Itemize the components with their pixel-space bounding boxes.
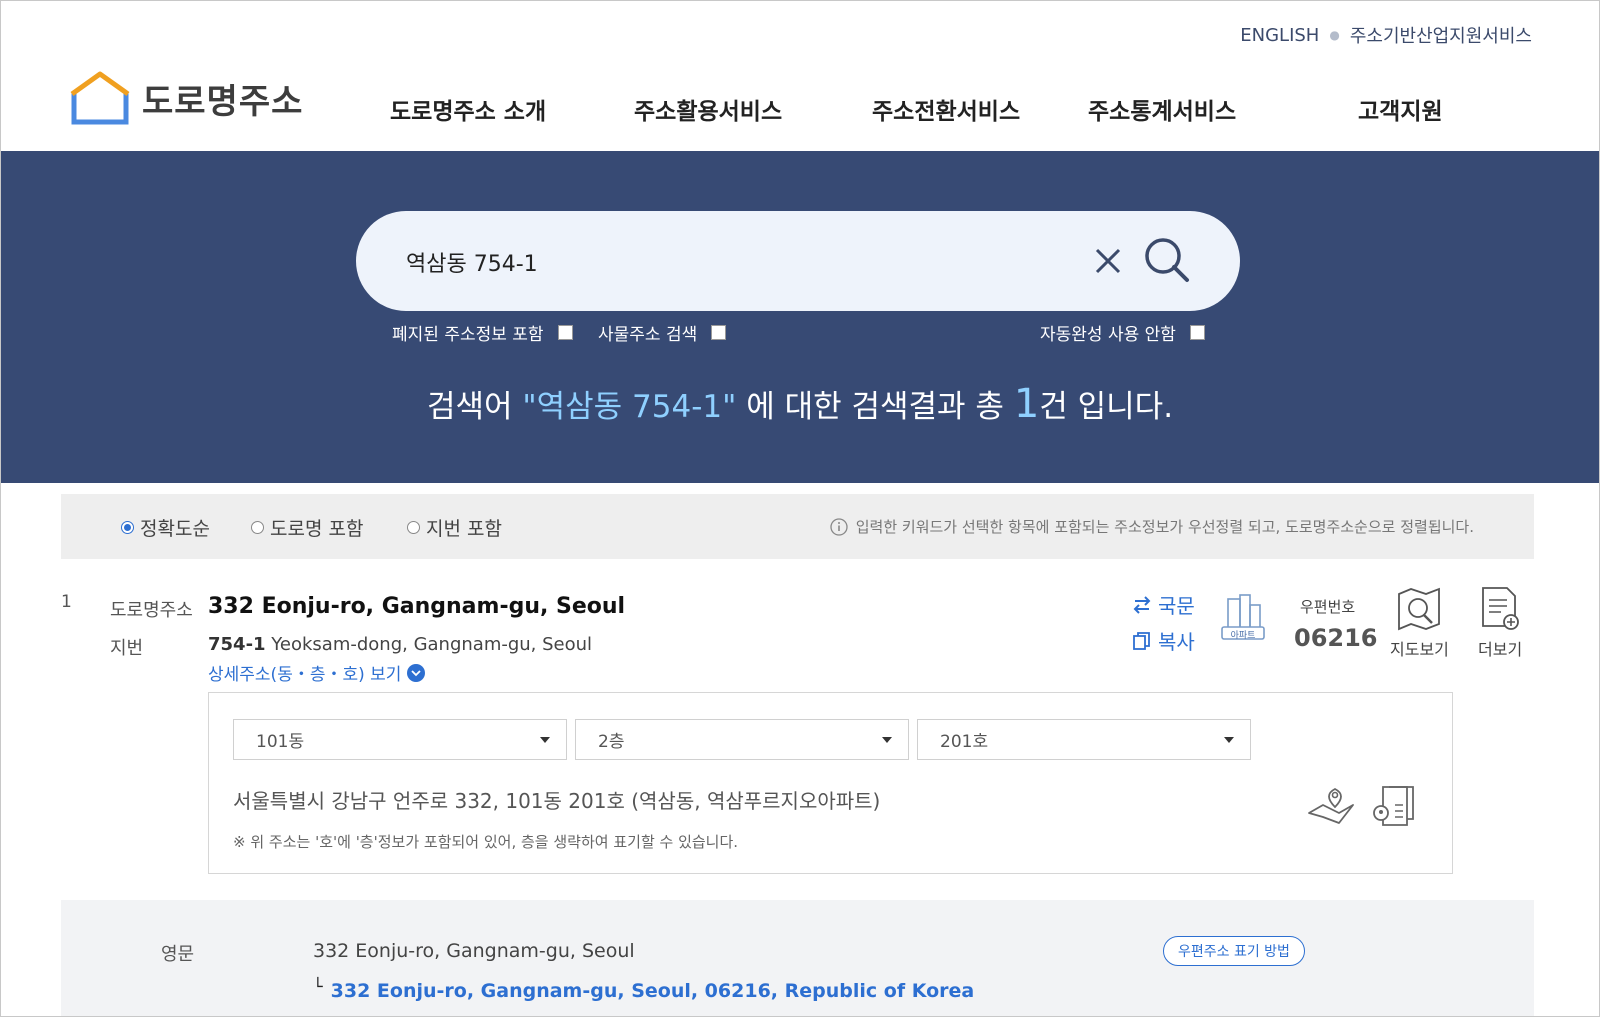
road-address-label: 도로명주소 xyxy=(110,600,193,621)
sort-road-name[interactable]: 도로명 포함 xyxy=(251,514,363,541)
option-abolished-checkbox[interactable] xyxy=(557,325,573,340)
option-abolished: 폐지된 주소정보 포함 xyxy=(392,320,573,345)
nav-item-statistics[interactable]: 주소통계서비스 xyxy=(1088,92,1236,126)
radio-unselected[interactable] xyxy=(407,521,420,534)
sort-bar: 정확도순 도로명 포함 지번 포함 입력한 키워드가 선택한 항목에 포함되는 … xyxy=(61,494,1534,559)
unit-select-value: 201호 xyxy=(940,732,989,752)
copy-button[interactable]: 복사 xyxy=(1132,626,1195,655)
english-full-address: └ 332 Eonju-ro, Gangnam-gu, Seoul, 06216… xyxy=(313,976,975,1003)
option-object-address-label: 사물주소 검색 xyxy=(598,325,698,345)
radio-selected[interactable] xyxy=(121,521,134,534)
unit-select[interactable]: 201호 xyxy=(917,719,1251,760)
english-address: 332 Eonju-ro, Gangnam-gu, Seoul xyxy=(313,940,635,962)
nav-item-usage[interactable]: 주소활용서비스 xyxy=(634,92,782,126)
document-location-icon[interactable] xyxy=(1369,783,1421,829)
detail-address-toggle[interactable]: 상세주소(동・층・호) 보기 xyxy=(208,660,426,685)
option-abolished-label: 폐지된 주소정보 포함 xyxy=(392,325,544,345)
map-view-label: 지도보기 xyxy=(1390,640,1449,659)
postal-format-button[interactable]: 우편주소 표기 방법 xyxy=(1163,936,1305,966)
korean-toggle-label: 국문 xyxy=(1158,594,1195,618)
search-input[interactable] xyxy=(404,239,1048,285)
nav-item-intro[interactable]: 도로명주소 소개 xyxy=(390,92,546,126)
copy-icon xyxy=(1133,631,1150,650)
option-no-autocomplete: 자동완성 사용 안함 xyxy=(1040,320,1205,345)
detail-note: ※ 위 주소는 '호'에 '층'정보가 포함되어 있어, 층을 생략하여 표기할… xyxy=(233,833,739,851)
chevron-down-icon xyxy=(407,663,426,682)
english-full-address-text: 332 Eonju-ro, Gangnam-gu, Seoul, 06216, … xyxy=(330,980,975,1002)
summary-query: "역삼동 754-1" xyxy=(522,389,737,425)
sort-note: 입력한 키워드가 선택한 항목에 포함되는 주소정보가 우선정렬 되고, 도로명… xyxy=(830,516,1474,537)
dong-select-value: 101동 xyxy=(256,732,305,752)
search-summary: 검색어 "역삼동 754-1" 에 대한 검색결과 총 1건 입니다. xyxy=(0,381,1600,427)
info-icon xyxy=(830,517,848,536)
utility-links: ENGLISH ● 주소기반산업지원서비스 xyxy=(1240,22,1532,48)
nav-item-support[interactable]: 고객지원 xyxy=(1358,92,1443,126)
floor-select[interactable]: 2층 xyxy=(575,719,909,760)
apartment-badge-label: 아파트 xyxy=(1230,631,1256,641)
nav-item-conversion[interactable]: 주소전환서비스 xyxy=(872,92,1020,126)
sort-jibun[interactable]: 지번 포함 xyxy=(407,514,502,541)
search-box xyxy=(356,211,1240,311)
caret-down-icon xyxy=(540,736,550,743)
sort-road-name-label: 도로명 포함 xyxy=(270,518,364,540)
copy-label: 복사 xyxy=(1158,630,1195,654)
main-nav: 도로명주소 소개 주소활용서비스 주소전환서비스 주소통계서비스 고객지원 xyxy=(0,92,1600,132)
english-link[interactable]: ENGLISH xyxy=(1240,25,1319,46)
industry-support-link[interactable]: 주소기반산업지원서비스 xyxy=(1350,22,1532,48)
radio-unselected[interactable] xyxy=(251,521,264,534)
sort-accuracy[interactable]: 정확도순 xyxy=(121,514,210,541)
caret-down-icon xyxy=(1224,736,1234,743)
search-hero: 폐지된 주소정보 포함 사물주소 검색 자동완성 사용 안함 검색어 "역삼동 … xyxy=(0,151,1600,483)
jibun-label: 지번 xyxy=(110,638,144,659)
summary-count: 1 xyxy=(1013,381,1040,427)
map-pin-icon[interactable] xyxy=(1305,783,1357,829)
document-plus-icon xyxy=(1482,587,1519,630)
summary-suffix: 건 입니다. xyxy=(1039,389,1174,425)
swap-arrows-icon xyxy=(1133,595,1151,614)
sort-note-text: 입력한 키워드가 선택한 항목에 포함되는 주소정보가 우선정렬 되고, 도로명… xyxy=(855,518,1474,536)
detail-address-panel: 101동 2층 201호 서울특별시 강남구 언주로 332, 101동 201… xyxy=(208,692,1453,874)
clear-icon[interactable] xyxy=(1092,245,1124,277)
korean-toggle-button[interactable]: 국문 xyxy=(1132,590,1195,619)
sort-jibun-label: 지번 포함 xyxy=(426,518,502,540)
english-address-section: 영문 332 Eonju-ro, Gangnam-gu, Seoul └ 332… xyxy=(61,900,1534,1017)
full-detail-address: 서울특별시 강남구 언주로 332, 101동 201호 (역삼동, 역삼푸르지… xyxy=(233,789,881,813)
summary-prefix: 검색어 xyxy=(426,389,523,425)
detail-address-toggle-label: 상세주소(동・층・호) 보기 xyxy=(208,665,402,685)
caret-down-icon xyxy=(882,736,892,743)
separator-dot: ● xyxy=(1329,28,1340,42)
more-label: 더보기 xyxy=(1478,640,1523,659)
search-icon[interactable] xyxy=(1142,235,1192,285)
option-object-address: 사물주소 검색 xyxy=(598,320,727,345)
jibun-address: 754-1 Yeoksam-dong, Gangnam-gu, Seoul xyxy=(208,634,592,655)
english-label: 영문 xyxy=(161,944,195,965)
summary-mid: 에 대한 검색결과 총 xyxy=(736,389,1014,425)
zip-label: 우편번호 xyxy=(1300,598,1356,616)
more-button[interactable]: 더보기 xyxy=(1478,586,1522,660)
sort-accuracy-label: 정확도순 xyxy=(140,518,210,540)
jibun-rest: Yeoksam-dong, Gangnam-gu, Seoul xyxy=(265,634,593,655)
floor-select-value: 2층 xyxy=(598,732,625,752)
option-object-address-checkbox[interactable] xyxy=(711,325,727,340)
map-search-icon xyxy=(1398,587,1441,631)
dong-select[interactable]: 101동 xyxy=(233,719,567,760)
option-no-autocomplete-label: 자동완성 사용 안함 xyxy=(1040,325,1176,345)
map-view-button[interactable]: 지도보기 xyxy=(1390,586,1449,660)
sub-arrow-icon: └ xyxy=(313,976,323,996)
zip-code: 06216 xyxy=(1294,624,1378,652)
option-no-autocomplete-checkbox[interactable] xyxy=(1189,325,1205,340)
result-index: 1 xyxy=(61,592,72,612)
jibun-number: 754-1 xyxy=(208,634,266,655)
apartment-button[interactable]: 아파트 xyxy=(1220,593,1266,641)
road-address: 332 Eonju-ro, Gangnam-gu, Seoul xyxy=(208,594,626,619)
